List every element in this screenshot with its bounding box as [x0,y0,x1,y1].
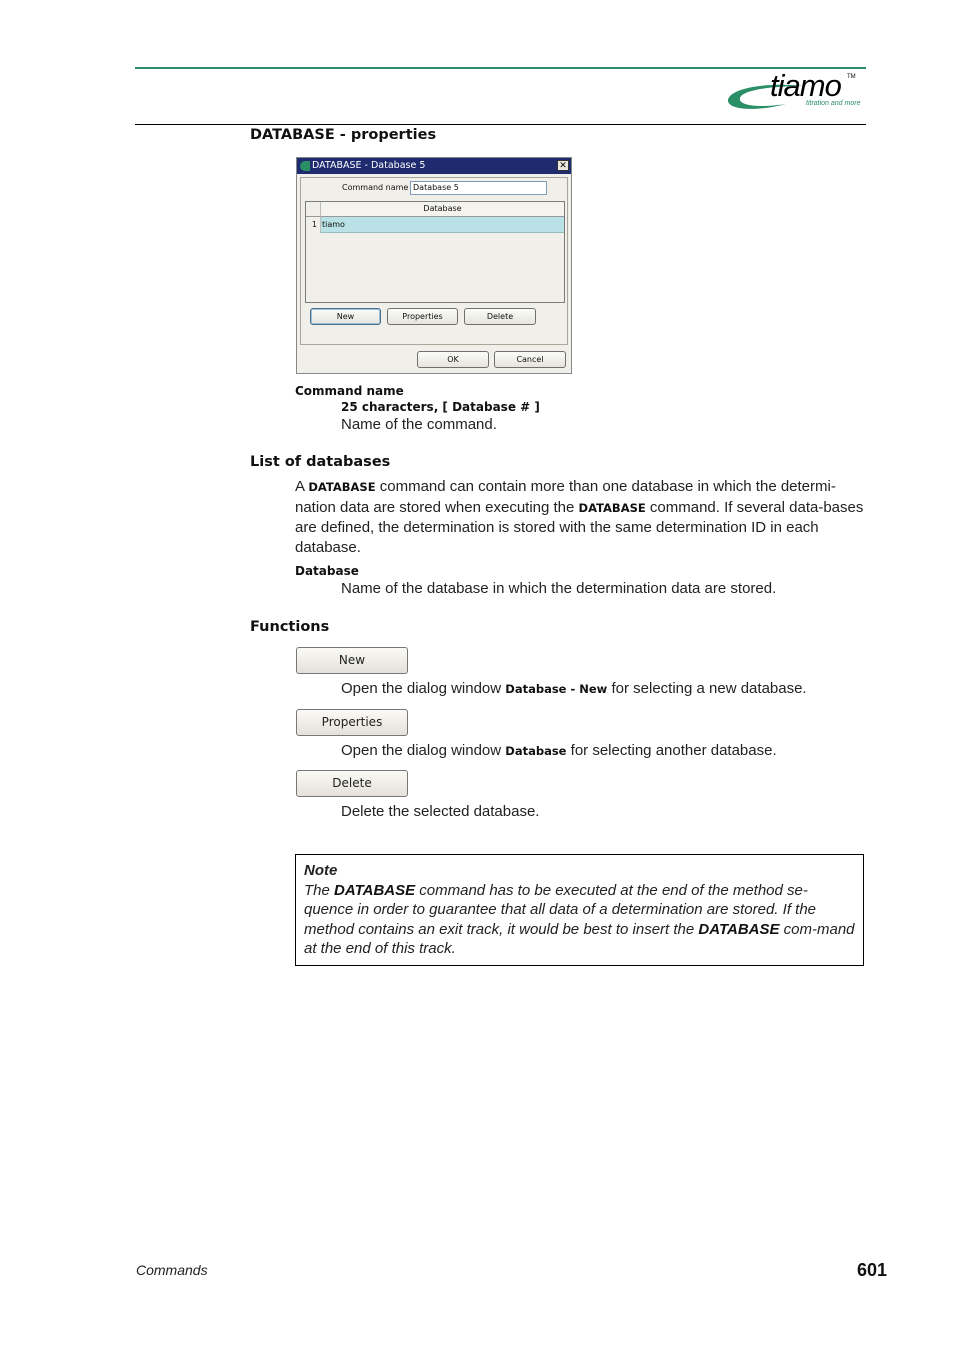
command-name-input[interactable]: Database 5 [410,181,547,195]
database-dialog: DATABASE - Database 5 ✕ Command name Dat… [296,157,572,374]
para-text: A [295,478,309,495]
database-grid: Database 1 tiamo [305,201,565,303]
logo-tagline: titration and more [806,100,861,107]
cancel-button[interactable]: Cancel [494,351,566,368]
desc-text: Delete the selected database. [341,803,540,820]
app-icon [300,161,310,171]
list-of-databases-paragraph: A DATABASE command can contain more than… [295,477,865,557]
function-delete-button[interactable]: Delete [296,770,408,797]
command-name-spec: 25 characters, [ Database # ] [341,400,540,414]
functions-heading: Functions [250,619,330,635]
close-icon[interactable]: ✕ [557,160,569,171]
note-box: Note The DATABASE command has to be exec… [295,854,864,966]
keyword: DATABASE [698,920,780,938]
properties-button[interactable]: Properties [387,308,458,325]
note-title: Note [304,862,338,879]
header-rule-green [135,67,866,69]
grid-row[interactable]: tiamo [321,217,564,233]
footer-section: Commands [136,1262,208,1278]
ok-button[interactable]: OK [417,351,489,368]
desc-text: Open the dialog window [341,680,506,697]
keyword: DATABASE [578,500,646,515]
dialog-group-box: Command name Database 5 Database 1 tiamo… [300,177,568,345]
keyword: DATABASE [334,881,416,899]
dialog-titlebar: DATABASE - Database 5 ✕ [297,158,571,174]
tiamo-logo: tiamo TM titration and more [726,68,868,118]
grid-column-header[interactable]: Database [321,202,564,217]
function-properties-desc: Open the dialog window Database for sele… [341,742,777,759]
logo-word: tiamo [770,68,842,103]
delete-button[interactable]: Delete [464,308,536,325]
new-button[interactable]: New [310,308,381,325]
database-field-label: Database [295,564,359,578]
desc-text: for selecting a new database. [607,680,807,697]
header-rule [135,124,866,125]
desc-text: Open the dialog window [341,742,506,759]
section-title: DATABASE - properties [250,127,437,143]
command-name-heading: Command name [295,384,404,398]
function-new-button[interactable]: New [296,647,408,674]
list-of-databases-heading: List of databases [250,454,391,470]
page-number: 601 [857,1260,888,1280]
grid-corner [306,202,321,217]
database-field-desc: Name of the database in which the determ… [341,580,777,597]
function-delete-desc: Delete the selected database. [341,803,539,820]
command-name-desc: Name of the command. [341,416,497,433]
function-properties-button[interactable]: Properties [296,709,408,736]
desc-text: for selecting another database. [566,742,777,759]
keyword: Database - New [505,682,608,696]
keyword: Database [505,744,567,758]
command-name-label: Command name [342,183,409,192]
grid-row-number: 1 [306,217,321,233]
keyword: DATABASE [308,480,376,494]
dialog-title: DATABASE - Database 5 [312,160,426,171]
logo-trademark: TM [847,74,856,80]
function-new-desc: Open the dialog window Database - New fo… [341,680,807,697]
note-text: The DATABASE command has to be executed … [304,881,855,959]
note-text-part: The [304,881,335,899]
